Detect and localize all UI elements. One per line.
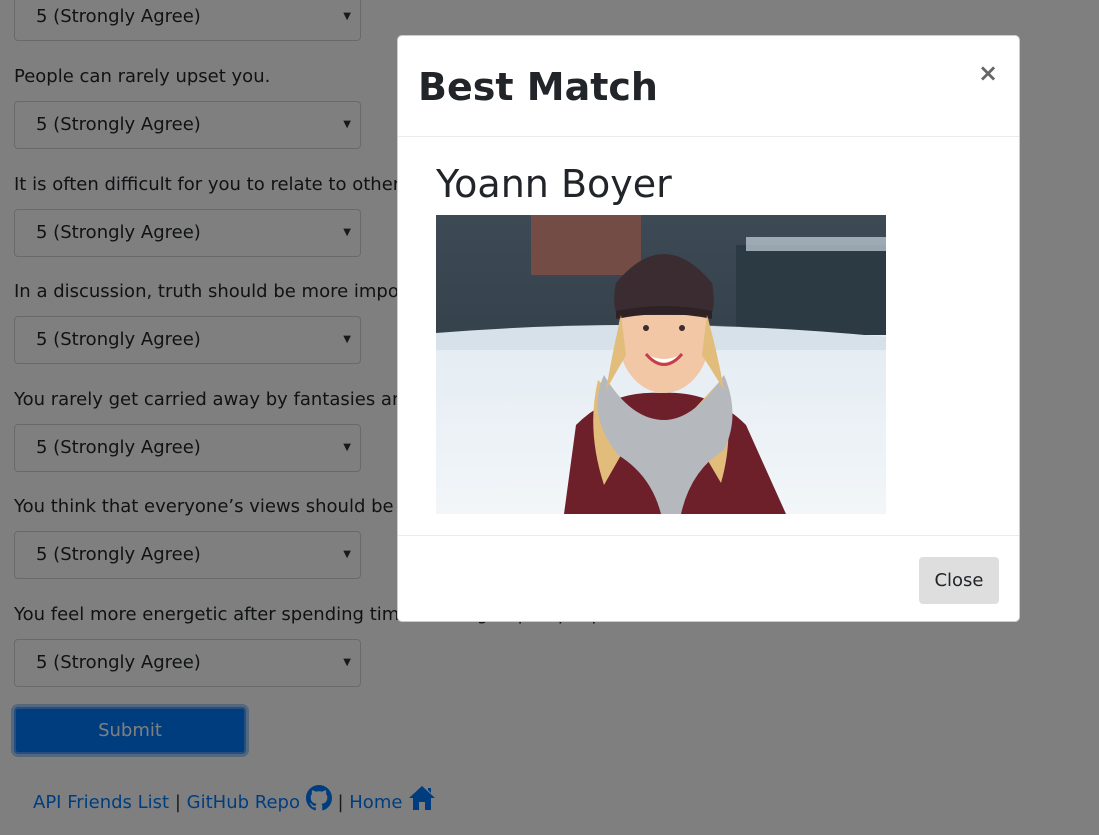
modal-header: Best Match × xyxy=(398,36,1019,137)
modal-title: Best Match xyxy=(418,65,658,109)
close-button[interactable]: Close xyxy=(919,557,999,604)
match-name: Yoann Boyer xyxy=(436,162,672,206)
match-photo xyxy=(436,215,886,514)
best-match-modal: Best Match × Yoann Boyer Close xyxy=(397,35,1020,622)
match-photo-illustration xyxy=(436,215,886,514)
modal-body: Yoann Boyer xyxy=(398,137,1019,535)
close-icon[interactable]: × xyxy=(978,60,998,86)
modal-footer: Close xyxy=(398,535,1019,621)
